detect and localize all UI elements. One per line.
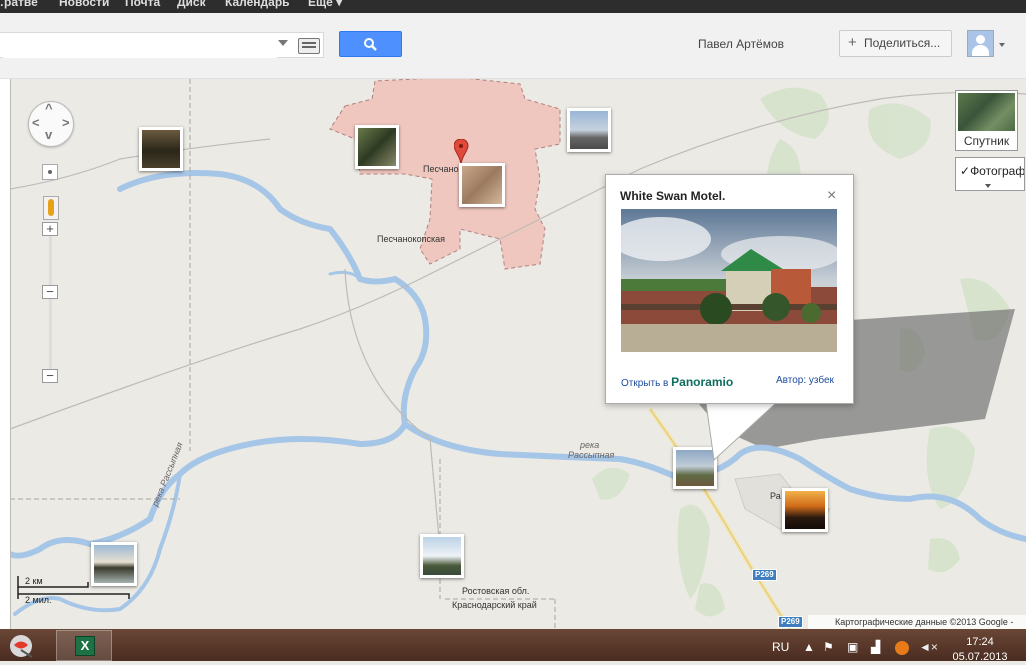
windows-taskbar: X RU ▲ ⚑ ▣ ▟ ◄× 17:24 05.07.2013 <box>0 629 1026 663</box>
popup-title: White Swan Motel. <box>620 189 726 203</box>
popup-tail <box>706 402 778 462</box>
network-device-icon[interactable]: ▣ <box>847 640 858 654</box>
keyboard-icon[interactable] <box>298 38 320 54</box>
search-icon <box>364 38 377 51</box>
topbar-item-0[interactable]: …ратве <box>0 0 38 9</box>
avatar-caret-icon[interactable] <box>999 43 1005 47</box>
start-icon <box>10 635 33 658</box>
topbar-item-more[interactable]: Ещё ▾ <box>308 0 342 9</box>
search-box <box>0 32 324 58</box>
pan-control[interactable]: ^ < > v <box>28 101 74 147</box>
photo-info-window: White Swan Motel. × Открыть в Panoramio … <box>605 174 854 404</box>
close-icon[interactable]: × <box>827 187 836 205</box>
town-label[interactable]: Песчанокопская <box>377 234 445 244</box>
share-button[interactable]: + Поделиться... <box>839 30 952 57</box>
scale-bar: 2 км 2 мил. <box>16 576 136 608</box>
photos-label: Фотографии <box>970 164 1025 178</box>
taskbar-excel[interactable]: X <box>56 630 112 661</box>
excel-icon: X <box>75 636 95 656</box>
scale-mi: 2 мил. <box>25 595 52 605</box>
search-dropdown-icon[interactable] <box>278 40 288 46</box>
satellite-toggle[interactable]: Спутник <box>955 90 1018 151</box>
pan-up-icon[interactable]: ^ <box>45 101 53 116</box>
flag-icon[interactable]: ⚑ <box>823 640 834 654</box>
plus-icon: + <box>848 34 857 51</box>
topbar-item-news[interactable]: Новости <box>59 0 109 9</box>
road-shield-p269-2: Р269 <box>778 616 803 628</box>
river-label: Рассыпная <box>568 450 615 460</box>
topbar-item-mail[interactable]: Почта <box>125 0 160 9</box>
map-copyright[interactable]: Картографические данные ©2013 Google - <box>808 615 1026 629</box>
zoom-out-button[interactable]: − <box>42 369 58 383</box>
location-dot-icon <box>48 170 52 174</box>
road-shield-p269: Р269 <box>752 569 777 581</box>
google-top-bar: …ратве Новости Почта Диск Календарь Ещё … <box>0 0 1026 13</box>
chevron-down-icon[interactable] <box>985 184 991 188</box>
satellite-label: Спутник <box>963 134 1010 148</box>
map-canvas[interactable]: ^ < > v + − − Песчано Песчанокопская рек… <box>0 79 1026 629</box>
region-label-krasnodar: Краснодарский край <box>452 600 537 610</box>
photo-thumbnail[interactable] <box>139 127 183 171</box>
zoom-slider-track[interactable] <box>49 225 52 377</box>
signal-icon[interactable]: ▟ <box>871 640 880 654</box>
photo-thumbnail[interactable] <box>782 488 828 532</box>
pegman-icon[interactable] <box>43 196 59 220</box>
maps-header: Павел Артёмов + Поделиться... <box>0 13 1026 79</box>
satellite-preview <box>958 93 1015 131</box>
share-label: Поделиться... <box>864 36 941 50</box>
pan-left-icon[interactable]: < <box>32 115 40 130</box>
pan-down-icon[interactable]: v <box>45 127 52 142</box>
topbar-item-drive[interactable]: Диск <box>177 0 206 9</box>
pan-right-icon[interactable]: > <box>62 115 70 130</box>
search-button[interactable] <box>339 31 402 57</box>
my-location-button[interactable] <box>42 164 58 180</box>
panoramio-logo: Panoramio <box>671 375 734 389</box>
user-name[interactable]: Павел Артёмов <box>698 37 784 51</box>
app-tray-icon[interactable] <box>895 641 909 655</box>
topbar-item-calendar[interactable]: Календарь <box>225 0 290 9</box>
village-label[interactable]: Ра <box>770 491 781 501</box>
search-input[interactable] <box>3 34 277 58</box>
zoom-in-button[interactable]: + <box>42 222 58 236</box>
scale-km: 2 км <box>25 576 43 586</box>
clock-date: 05.07.2013 <box>952 651 1008 663</box>
open-in-panoramio-link[interactable]: Открыть в Panoramio <box>621 375 733 389</box>
photo-thumbnail[interactable] <box>355 125 399 169</box>
author-link[interactable]: Автор: узбек <box>776 375 834 386</box>
zoom-slider-handle[interactable]: − <box>42 285 58 299</box>
open-prefix: Открыть в <box>621 378 669 389</box>
show-hidden-icons-icon[interactable]: ▲ <box>803 640 815 654</box>
avatar[interactable] <box>967 30 994 57</box>
checkmark-icon: ✓ <box>960 164 971 178</box>
volume-icon[interactable]: ◄× <box>919 640 938 654</box>
photos-layer-toggle[interactable]: ✓Фотографии <box>955 157 1025 191</box>
language-indicator[interactable]: RU <box>772 640 789 654</box>
start-button[interactable] <box>6 632 38 659</box>
photo-thumbnail[interactable] <box>459 163 505 207</box>
region-label-rostov: Ростовская обл. <box>462 586 530 596</box>
popup-photo[interactable] <box>621 209 837 352</box>
left-panel-edge[interactable] <box>0 79 11 629</box>
river-label-word: река <box>580 440 600 450</box>
clock-time: 17:24 <box>966 636 994 648</box>
photo-thumbnail[interactable] <box>567 108 611 152</box>
photo-thumbnail[interactable] <box>420 534 464 578</box>
